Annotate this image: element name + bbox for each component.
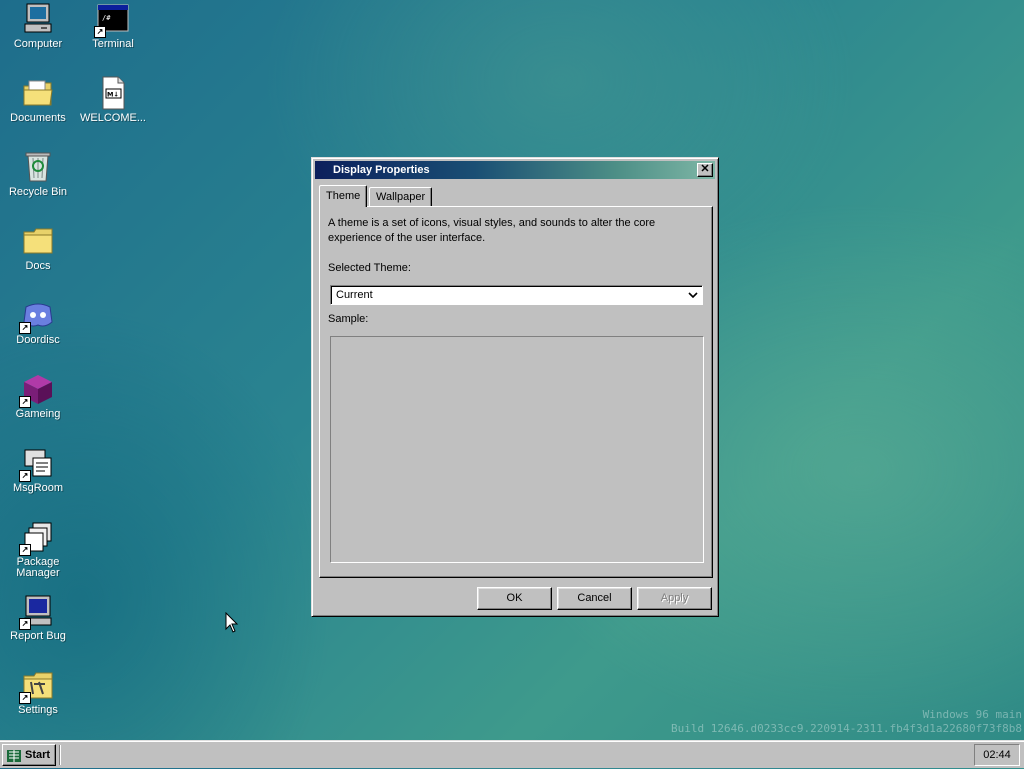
desktop-icon-label: Computer <box>13 38 63 50</box>
tab-theme[interactable]: Theme <box>319 185 368 207</box>
tab-label: Theme <box>326 190 361 202</box>
theme-sample-preview <box>330 336 704 563</box>
documents-folder-icon <box>21 76 55 110</box>
desktop-icon-label: Terminal <box>92 38 134 50</box>
desktop-icon-doordisc[interactable]: ↗ Doordisc <box>0 298 76 346</box>
watermark-build: Build 12646.d0233cc9.220914-2311.fb4f3d1… <box>671 722 1022 735</box>
shortcut-arrow-icon: ↗ <box>19 470 31 482</box>
desktop-icon-label: Recycle Bin <box>8 186 68 198</box>
desktop-icon-label: Settings <box>18 704 58 716</box>
sample-label: Sample: <box>328 313 369 325</box>
apply-button-label: Apply <box>660 592 689 604</box>
taskbar: Start 02:44 <box>0 740 1024 768</box>
desktop-icon-label: Doordisc <box>16 334 60 346</box>
game-cube-icon: ↗ <box>19 372 55 408</box>
desktop-icon-computer[interactable]: Computer <box>0 2 76 50</box>
close-button[interactable]: ✕ <box>697 163 713 177</box>
terminal-icon: /# ↗ <box>94 2 130 38</box>
apply-button[interactable]: Apply <box>637 587 712 610</box>
desktop-icon-documents[interactable]: Documents <box>0 76 76 124</box>
tab-wallpaper[interactable]: Wallpaper <box>369 187 433 206</box>
cancel-button-label: Cancel <box>577 592 612 604</box>
md-glyph: M↓ <box>107 91 119 99</box>
terminal-glyph: /# <box>102 14 111 22</box>
desktop-icon-label: Gameing <box>15 408 61 420</box>
ok-button-label: OK <box>506 592 523 604</box>
desktop-icon-docs[interactable]: Docs <box>0 224 76 272</box>
markdown-file-icon: M↓ <box>96 76 130 110</box>
computer-icon <box>21 2 55 36</box>
shortcut-arrow-icon: ↗ <box>19 544 31 556</box>
package-manager-icon: ↗ <box>19 520 55 556</box>
theme-select-value: Current <box>336 289 373 301</box>
mouse-cursor-icon <box>225 611 239 637</box>
desktop-icon-report-bug[interactable]: ↗ Report Bug <box>0 594 76 642</box>
doordisc-icon: ↗ <box>19 298 55 334</box>
desktop-icon-label: Documents <box>10 112 66 124</box>
shortcut-arrow-icon: ↗ <box>19 618 31 630</box>
clock-time: 02:44 <box>983 749 1011 761</box>
dialog-titlebar[interactable]: Display Properties ✕ <box>315 161 715 179</box>
ok-button[interactable]: OK <box>477 587 552 610</box>
desktop-icon-msgroom[interactable]: ↗ MsgRoom <box>0 446 76 494</box>
desktop-icon-label: WELCOME... <box>79 112 146 124</box>
desktop-icon-label: Report Bug <box>10 630 66 642</box>
start-logo-icon <box>7 749 21 762</box>
desktop-icon-label: MsgRoom <box>12 482 64 494</box>
build-watermark: Windows 96 main Build 12646.d0233cc9.220… <box>671 708 1022 736</box>
desktop-icon-welcome[interactable]: M↓ WELCOME... <box>75 76 151 124</box>
theme-select[interactable]: Current <box>330 285 703 305</box>
start-button[interactable]: Start <box>2 744 56 766</box>
theme-description: A theme is a set of icons, visual styles… <box>328 217 656 244</box>
msgroom-icon: ↗ <box>19 446 55 482</box>
start-label: Start <box>25 749 51 761</box>
report-bug-icon: ↗ <box>19 594 55 630</box>
desktop-icon-package-manager[interactable]: ↗ Package Manager <box>0 520 76 579</box>
desktop-icon-label: Docs <box>25 260 51 272</box>
taskbar-separator <box>59 745 61 765</box>
settings-icon: ↗ <box>19 668 55 704</box>
shortcut-arrow-icon: ↗ <box>19 322 31 334</box>
selected-theme-label: Selected Theme: <box>328 262 411 274</box>
watermark-os: Windows 96 main <box>922 708 1022 721</box>
desktop-icon-settings[interactable]: ↗ Settings <box>0 668 76 716</box>
tab-label: Wallpaper <box>376 191 426 203</box>
recycle-bin-icon <box>21 150 55 184</box>
shortcut-arrow-icon: ↗ <box>19 692 31 704</box>
cancel-button[interactable]: Cancel <box>557 587 632 610</box>
close-icon: ✕ <box>700 163 710 175</box>
chevron-down-icon <box>688 286 698 310</box>
folder-icon <box>21 224 55 258</box>
desktop-icon-recycle-bin[interactable]: Recycle Bin <box>0 150 76 198</box>
system-tray-clock[interactable]: 02:44 <box>974 744 1020 766</box>
desktop-icon-terminal[interactable]: /# ↗ Terminal <box>75 2 151 50</box>
shortcut-arrow-icon: ↗ <box>94 26 106 38</box>
dialog-title: Display Properties <box>333 164 430 176</box>
display-properties-dialog[interactable]: Display Properties ✕ Theme Wallpaper A t… <box>311 157 719 617</box>
desktop-icon-gameing[interactable]: ↗ Gameing <box>0 372 76 420</box>
shortcut-arrow-icon: ↗ <box>19 396 31 408</box>
desktop-icon-label: Package Manager <box>16 556 60 579</box>
